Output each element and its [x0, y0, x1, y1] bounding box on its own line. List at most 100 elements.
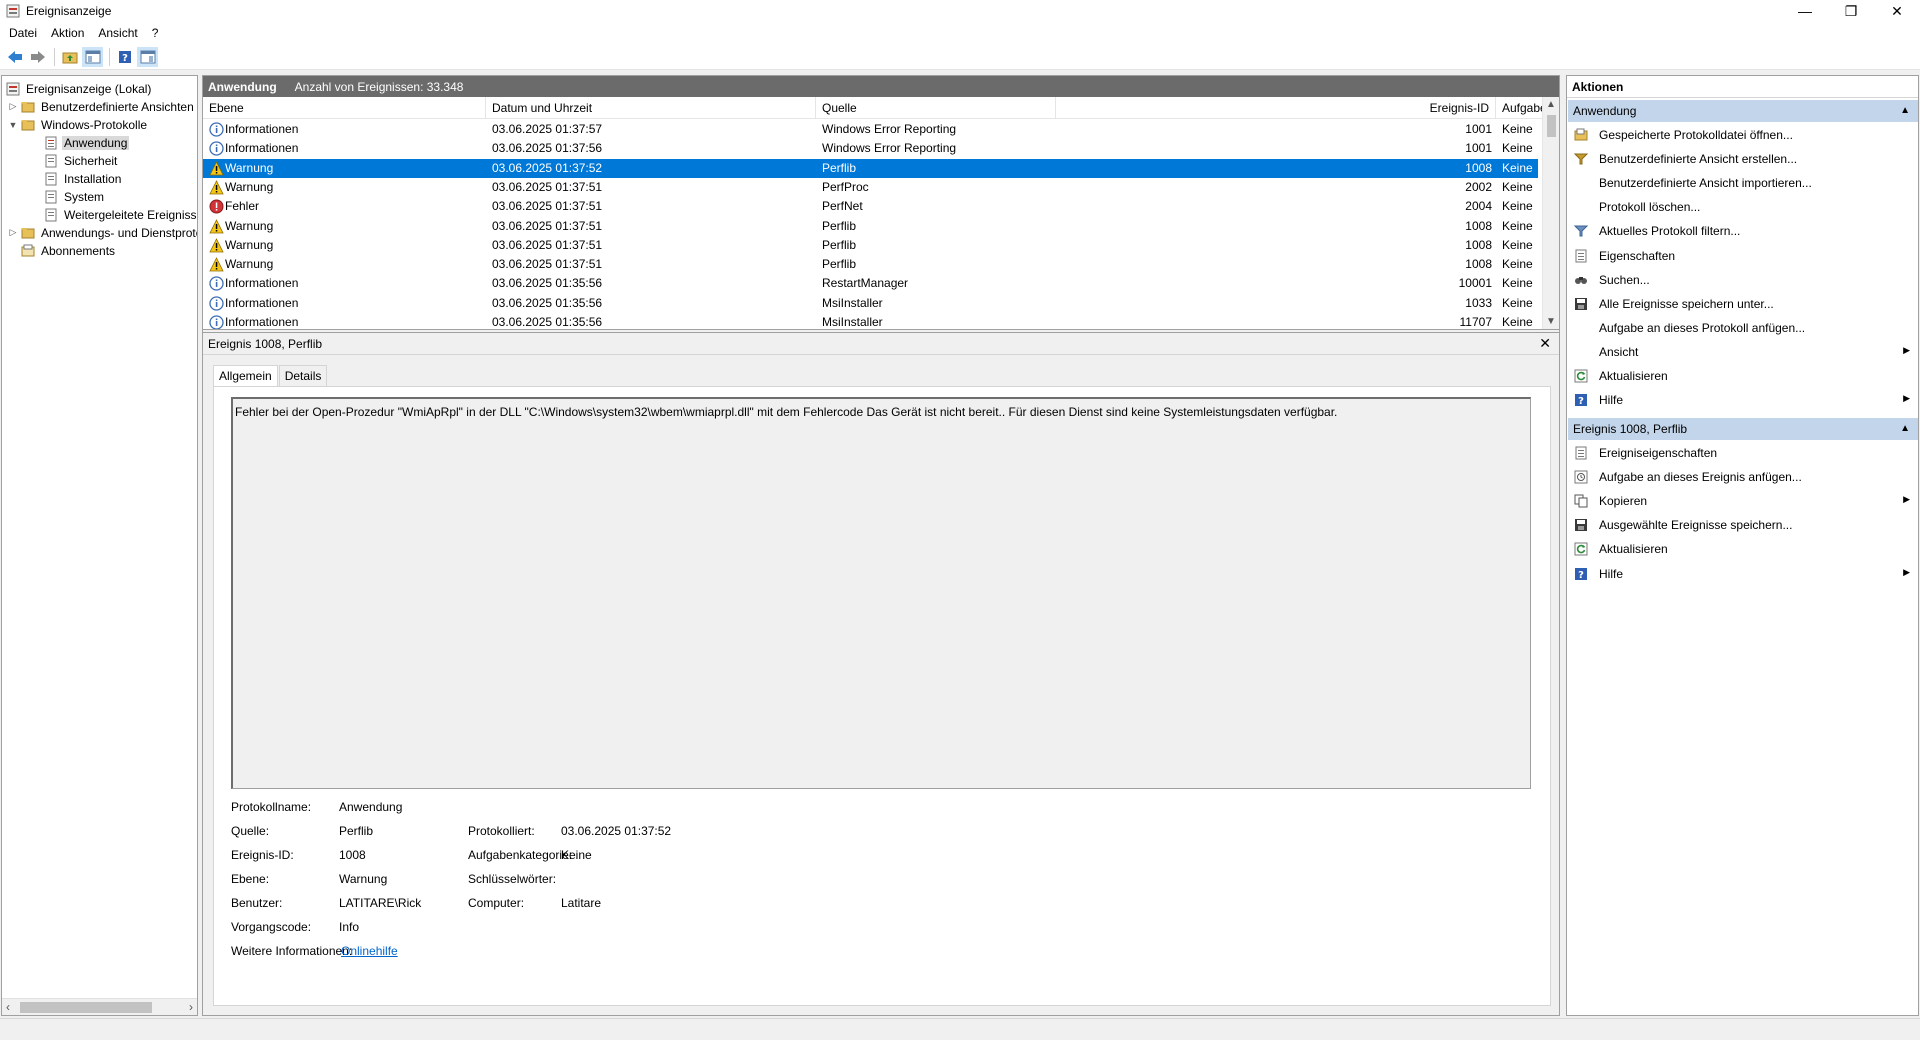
- filter-icon: [1573, 223, 1589, 239]
- table-row[interactable]: Warnung 03.06.2025 01:37:52 Perflib 1008 Kei…: [203, 158, 1538, 178]
- table-row[interactable]: Informationen 03.06.2025 01:35:56 MsiInsta…: [203, 313, 1538, 329]
- tree-item-installation[interactable]: Installation: [44, 170, 123, 187]
- tree-item-subscriptions[interactable]: Abonnements: [21, 242, 117, 259]
- action-hilfe[interactable]: ? Hilfe ▶: [1567, 388, 1918, 412]
- tree-item-windows-logs[interactable]: ▼ Windows-Protokolle: [8, 116, 149, 133]
- label-benutzer: Benutzer:: [231, 896, 283, 910]
- column-header-ebene[interactable]: Ebene: [203, 97, 486, 119]
- action-alle-ereignisse-speichern-unter[interactable]: Alle Ereignisse speichern unter...: [1567, 292, 1918, 316]
- tree-item-custom-views[interactable]: ▷ Benutzerdefinierte Ansichten: [8, 98, 196, 115]
- tree-item-sicherheit[interactable]: Sicherheit: [44, 152, 119, 169]
- menu-ansicht[interactable]: Ansicht: [91, 26, 144, 40]
- cell-ereignis-id: 1033: [1465, 295, 1492, 310]
- event-message[interactable]: Fehler bei der Open-Prozedur "WmiApRpl" …: [231, 397, 1531, 789]
- chevron-right-icon[interactable]: ▷: [8, 227, 18, 238]
- scroll-thumb[interactable]: [1547, 115, 1556, 137]
- chevron-right-icon[interactable]: ▷: [8, 101, 18, 112]
- scroll-up-icon[interactable]: ▲: [1546, 99, 1556, 110]
- forward-button[interactable]: [27, 47, 48, 67]
- action-aktualisieren[interactable]: Aktualisieren: [1567, 364, 1918, 388]
- collapse-icon[interactable]: ▲: [1900, 418, 1910, 440]
- tab-allgemein[interactable]: Allgemein: [213, 365, 278, 386]
- cell-kategorie: Keine: [1502, 122, 1533, 136]
- action-label: Aufgabe an dieses Ereignis anfügen...: [1599, 470, 1802, 485]
- onlinehilfe-link[interactable]: Onlinehilfe: [341, 944, 398, 958]
- column-header-ereignis-id[interactable]: Ereignis-ID: [1056, 97, 1496, 119]
- menu-aktion[interactable]: Aktion: [44, 26, 91, 40]
- show-hide-tree-button[interactable]: [82, 46, 103, 67]
- info-icon: [209, 315, 224, 329]
- cell-quelle: PerfNet: [822, 199, 863, 214]
- tree-item-root[interactable]: Ereignisanzeige (Lokal): [6, 80, 153, 97]
- action-suchen[interactable]: Suchen...: [1567, 268, 1918, 292]
- column-header-datum[interactable]: Datum und Uhrzeit: [486, 97, 816, 119]
- action-label: Protokoll löschen...: [1599, 200, 1701, 215]
- restore-button[interactable]: ❐: [1828, 0, 1874, 22]
- svg-text:?: ?: [1578, 396, 1584, 407]
- action-ereigniseigenschaften[interactable]: Ereigniseigenschaften: [1567, 441, 1918, 465]
- arrow-left-icon: [7, 50, 22, 63]
- scroll-down-icon[interactable]: ▼: [1546, 316, 1556, 327]
- table-row[interactable]: Warnung 03.06.2025 01:37:51 Perflib 1008 Kei…: [203, 217, 1538, 236]
- action-benutzerdefinierte-ansicht-importieren[interactable]: Benutzerdefinierte Ansicht importieren..…: [1567, 171, 1918, 195]
- event-detail-pane: Ereignis 1008, Perflib ✕ Allgemein Detai…: [203, 333, 1559, 1015]
- help-toolbar-button[interactable]: ?: [114, 47, 135, 67]
- action-hilfe[interactable]: ? Hilfe ▶: [1567, 562, 1918, 586]
- svg-text:?: ?: [122, 53, 128, 64]
- event-list-scrollbar[interactable]: ▲ ▼: [1542, 97, 1559, 329]
- warning-icon: [209, 257, 224, 272]
- action-benutzerdefinierte-ansicht-erstellen[interactable]: Benutzerdefinierte Ansicht erstellen...: [1567, 147, 1918, 171]
- action-aufgabe-an-dieses-ereignis-anfügen[interactable]: Aufgabe an dieses Ereignis anfügen...: [1567, 465, 1918, 489]
- show-action-pane-button[interactable]: [137, 46, 158, 67]
- open-log-icon: [1573, 127, 1589, 143]
- scroll-thumb[interactable]: [20, 1002, 152, 1013]
- action-aufgabe-an-dieses-protokoll-anfügen[interactable]: Aufgabe an dieses Protokoll anfügen...: [1567, 316, 1918, 340]
- minimize-button[interactable]: —: [1782, 0, 1828, 22]
- section-title: Anwendung: [1573, 104, 1637, 118]
- chevron-down-icon[interactable]: ▼: [8, 120, 18, 130]
- menu-help[interactable]: ?: [145, 26, 166, 40]
- table-row[interactable]: Informationen 03.06.2025 01:37:56 Windows …: [203, 139, 1538, 158]
- cell-ebene: Warnung: [225, 160, 274, 175]
- table-row[interactable]: Informationen 03.06.2025 01:35:56 MsiInsta…: [203, 294, 1538, 313]
- table-row[interactable]: Warnung 03.06.2025 01:37:51 PerfProc 2002 Ke…: [203, 178, 1538, 197]
- table-row[interactable]: Fehler 03.06.2025 01:37:51 PerfNet 2004 Kein…: [203, 197, 1538, 216]
- up-folder-button[interactable]: [59, 47, 80, 67]
- tree-item-label: Weitergeleitete Ereignisse: [64, 207, 198, 222]
- blank-icon: [1573, 344, 1589, 360]
- tree-item-system[interactable]: System: [44, 188, 106, 205]
- table-row[interactable]: Warnung 03.06.2025 01:37:51 Perflib 1008 Kei…: [203, 255, 1538, 274]
- scroll-left-icon[interactable]: ‹: [6, 1000, 10, 1014]
- table-row[interactable]: Informationen 03.06.2025 01:35:56 RestartM…: [203, 274, 1538, 293]
- folder-icon: [21, 119, 35, 130]
- help-icon: ?: [1573, 392, 1589, 408]
- action-kopieren[interactable]: Kopieren ▶: [1567, 489, 1918, 513]
- tree-horizontal-scrollbar[interactable]: ‹ ›: [2, 998, 197, 1015]
- blank-icon: [1573, 320, 1589, 336]
- action-ausgewählte-ereignisse-speichern[interactable]: Ausgewählte Ereignisse speichern...: [1567, 513, 1918, 537]
- actions-section-anwendung[interactable]: Anwendung ▲: [1568, 100, 1918, 122]
- actions-section-event[interactable]: Ereignis 1008, Perflib ▲: [1568, 418, 1918, 440]
- tree-item-app-service-logs[interactable]: ▷ Anwendungs- und Dienstprotokolle: [8, 224, 197, 241]
- action-ansicht[interactable]: Ansicht ▶: [1567, 340, 1918, 364]
- action-aktualisieren[interactable]: Aktualisieren: [1567, 537, 1918, 561]
- submenu-arrow-icon: ▶: [1903, 393, 1910, 404]
- action-aktuelles-protokoll-filtern[interactable]: Aktuelles Protokoll filtern...: [1567, 219, 1918, 243]
- action-protokoll-löschen[interactable]: Protokoll löschen...: [1567, 195, 1918, 219]
- close-window-button[interactable]: ✕: [1874, 0, 1920, 22]
- scroll-right-icon[interactable]: ›: [189, 1000, 193, 1014]
- action-gespeicherte-protokolldatei-öffnen[interactable]: Gespeicherte Protokolldatei öffnen...: [1567, 123, 1918, 147]
- action-eigenschaften[interactable]: Eigenschaften: [1567, 244, 1918, 268]
- table-row[interactable]: Warnung 03.06.2025 01:37:51 Perflib 1008 Kei…: [203, 236, 1538, 255]
- label-vorgangscode: Vorgangscode:: [231, 920, 312, 934]
- collapse-icon[interactable]: ▲: [1900, 100, 1910, 122]
- back-button[interactable]: [4, 47, 25, 67]
- table-row[interactable]: Informationen 03.06.2025 01:37:57 Windows …: [203, 120, 1538, 139]
- tab-details[interactable]: Details: [278, 365, 328, 386]
- column-header-quelle[interactable]: Quelle: [816, 97, 1056, 119]
- tree-item-anwendung[interactable]: Anwendung: [44, 134, 130, 151]
- menu-datei[interactable]: Datei: [2, 26, 44, 40]
- tree-item-label: Anwendung: [62, 135, 130, 150]
- close-icon[interactable]: ✕: [1539, 335, 1551, 352]
- tree-item-forwarded[interactable]: Weitergeleitete Ereignisse: [44, 206, 198, 223]
